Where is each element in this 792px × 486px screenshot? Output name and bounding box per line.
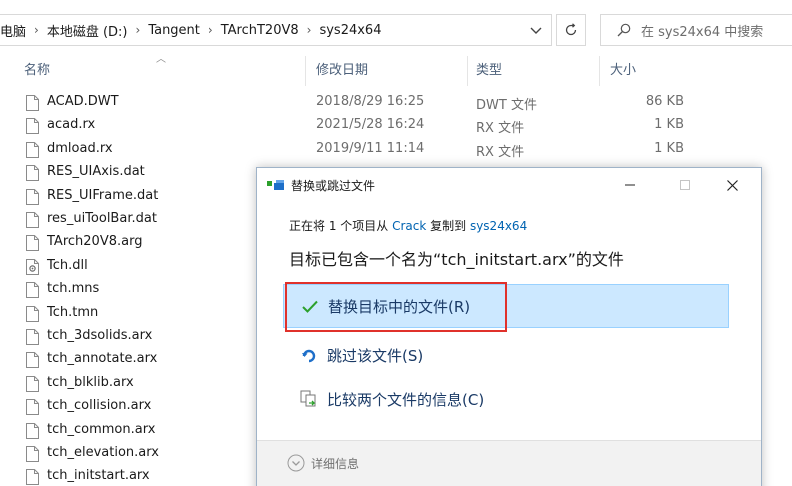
column-headers: 名称 ︿ 修改日期 类型 大小	[0, 54, 792, 86]
search-icon	[617, 23, 631, 37]
column-header-type[interactable]: 类型	[468, 56, 600, 86]
breadcrumb: 电脑 › 本地磁盘 (D:) › Tangent › TArchT20V8 › sys24x64	[0, 15, 387, 45]
file-name: dmload.rx	[47, 140, 113, 156]
breadcrumb-item[interactable]: 电脑	[0, 21, 32, 40]
file-icon	[26, 422, 39, 439]
breadcrumb-item[interactable]: Tangent	[142, 23, 206, 38]
compare-files-option[interactable]: 比较两个文件的信息(C)	[283, 377, 729, 421]
file-date: 2019/9/11 11:14	[316, 140, 425, 156]
breadcrumb-separator[interactable]: ›	[206, 23, 215, 37]
close-icon	[726, 179, 738, 191]
file-icon	[26, 329, 39, 345]
file-icon	[26, 212, 39, 228]
file-icon	[26, 305, 39, 322]
breadcrumb-separator[interactable]: ›	[32, 23, 41, 37]
replace-or-skip-dialog: 替换或跳过文件 正在将 1 个项目从 Crack 复制到 sys24x64 目标…	[256, 167, 762, 486]
file-name: tch.mns	[47, 281, 100, 297]
minimize-button[interactable]	[607, 168, 653, 202]
skip-arrow-icon	[299, 345, 319, 365]
file-icon	[26, 282, 39, 299]
file-date: 2018/8/29 16:25	[316, 94, 425, 109]
file-name: tch_common.arx	[47, 421, 156, 437]
maximize-icon	[680, 180, 690, 190]
compare-files-icon	[299, 389, 319, 409]
skip-option-label: 跳过该文件(S)	[327, 346, 424, 365]
column-header-size[interactable]: 大小	[600, 56, 692, 86]
file-icon	[26, 165, 39, 182]
file-type: RX 文件	[476, 121, 525, 137]
file-row[interactable]: ACAD.DWT 2018/8/29 16:25 DWT 文件 86 KB	[0, 92, 792, 115]
file-name: Tch.tmn	[47, 304, 99, 320]
file-row[interactable]: dmload.rx 2019/9/11 11:14 RX 文件 1 KB	[0, 139, 792, 162]
dialog-title: 替换或跳过文件	[291, 179, 376, 193]
sort-up-icon: ︿	[156, 54, 166, 65]
address-bar[interactable]: 电脑 › 本地磁盘 (D:) › Tangent › TArchT20V8 › sys24x64	[0, 14, 552, 46]
file-icon	[26, 469, 39, 486]
file-icon	[26, 141, 39, 158]
copy-files-icon	[267, 180, 284, 190]
destination-folder-link[interactable]: sys24x64	[470, 219, 527, 233]
file-size: 86 KB	[645, 94, 684, 109]
file-icon	[26, 235, 39, 252]
dialog-footer: 详细信息	[257, 440, 761, 486]
file-icon	[26, 188, 39, 205]
dll-gear-icon	[26, 258, 39, 275]
file-name: ACAD.DWT	[47, 94, 119, 109]
file-name: tch_3dsolids.arx	[47, 328, 153, 343]
maximize-button[interactable]	[662, 168, 708, 202]
file-icon	[26, 446, 39, 462]
file-name: acad.rx	[47, 117, 96, 133]
source-folder-link[interactable]: Crack	[392, 219, 426, 233]
details-toggle[interactable]: 详细信息	[287, 454, 359, 472]
copy-text-middle: 复制到	[426, 219, 470, 233]
file-type: DWT 文件	[476, 98, 537, 113]
close-button[interactable]	[709, 168, 755, 202]
file-icon	[26, 118, 39, 135]
file-size: 1 KB	[654, 117, 684, 133]
copy-text-prefix: 正在将 1 个项目从	[289, 219, 393, 233]
details-label: 详细信息	[311, 456, 360, 471]
refresh-icon	[565, 23, 577, 36]
chevron-down-icon[interactable]	[527, 22, 545, 40]
search-input[interactable]: 在 sys24x64 中搜索	[600, 14, 792, 46]
file-icon	[26, 375, 39, 392]
skip-file-option[interactable]: 跳过该文件(S)	[283, 333, 729, 377]
file-name: TArch20V8.arg	[47, 234, 143, 250]
column-header-date[interactable]: 修改日期	[306, 56, 468, 86]
red-highlight-box	[285, 282, 507, 332]
file-icon	[26, 95, 39, 111]
expand-chevron-icon	[287, 454, 305, 472]
breadcrumb-item[interactable]: 本地磁盘 (D:)	[41, 21, 134, 40]
file-name: tch_elevation.arx	[47, 445, 159, 460]
breadcrumb-item[interactable]: sys24x64	[313, 23, 387, 38]
file-name: tch_blklib.arx	[47, 374, 134, 390]
dialog-titlebar[interactable]: 替换或跳过文件	[257, 168, 761, 202]
file-name: Tch.dll	[47, 257, 88, 273]
file-date: 2021/5/28 16:24	[316, 117, 425, 133]
breadcrumb-item[interactable]: TArchT20V8	[215, 23, 305, 38]
dialog-heading: 目标已包含一个名为“tch_initstart.arx”的文件	[289, 250, 624, 269]
breadcrumb-separator[interactable]: ›	[305, 23, 314, 37]
file-name: res_uiToolBar.dat	[47, 211, 157, 226]
refresh-button[interactable]	[556, 14, 586, 46]
compare-option-label: 比较两个文件的信息(C)	[327, 390, 485, 409]
file-icon	[26, 352, 39, 369]
copy-progress-text: 正在将 1 个项目从 Crack 复制到 sys24x64	[289, 217, 527, 234]
search-placeholder: 在 sys24x64 中搜索	[641, 24, 764, 40]
file-icon	[26, 399, 39, 416]
file-name: tch_annotate.arx	[47, 351, 158, 367]
file-type: RX 文件	[476, 144, 525, 160]
file-name: RES_UIAxis.dat	[47, 164, 145, 180]
file-name: RES_UIFrame.dat	[47, 187, 159, 203]
file-row[interactable]: acad.rx 2021/5/28 16:24 RX 文件 1 KB	[0, 115, 792, 138]
minimize-icon	[625, 184, 635, 186]
file-size: 1 KB	[654, 140, 684, 156]
file-name: tch_initstart.arx	[47, 468, 150, 484]
breadcrumb-separator[interactable]: ›	[134, 23, 143, 37]
file-name: tch_collision.arx	[47, 398, 152, 414]
